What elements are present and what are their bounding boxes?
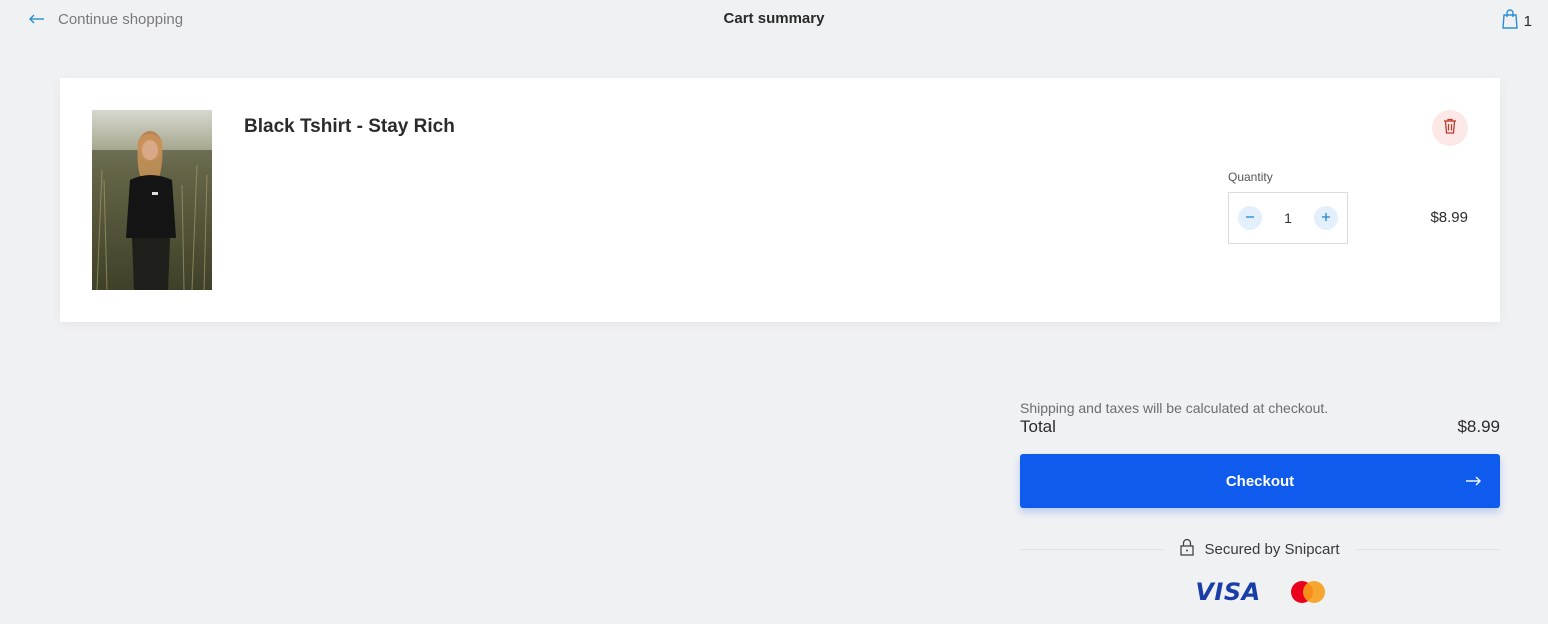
minus-icon: [1245, 209, 1255, 227]
secured-label: Secured by Snipcart: [1204, 540, 1340, 558]
plus-icon: [1321, 209, 1331, 227]
decrease-quantity-button[interactable]: [1238, 206, 1262, 230]
checkout-label: Checkout: [1225, 472, 1295, 490]
total-value: $8.99: [1457, 417, 1500, 436]
lock-icon: [1180, 538, 1195, 560]
page-title: Cart summary: [723, 10, 825, 27]
product-image: [92, 110, 212, 290]
shopping-bag-icon: [1501, 9, 1518, 33]
cart-item-card: Black Tshirt - Stay Rich Quantity 1 $8.9…: [60, 78, 1500, 322]
quantity-label: Quantity: [1228, 170, 1273, 184]
divider: [1355, 548, 1501, 550]
checkout-button[interactable]: Checkout: [1020, 454, 1500, 508]
quantity-stepper: 1: [1228, 192, 1348, 244]
header: Continue shopping Cart summary 1: [0, 0, 1548, 40]
shipping-note: Shipping and taxes will be calculated at…: [1020, 400, 1329, 416]
trash-icon: [1443, 118, 1457, 139]
visa-logo: VISA: [1195, 578, 1261, 606]
secured-banner: Secured by Snipcart: [1020, 538, 1501, 560]
cart-summary: Shipping and taxes will be calculated at…: [1020, 398, 1501, 606]
payment-logos: VISA: [1020, 578, 1500, 606]
total-label: Total: [1020, 417, 1056, 436]
quantity-value[interactable]: 1: [1284, 210, 1292, 226]
increase-quantity-button[interactable]: [1313, 206, 1338, 230]
divider: [1020, 548, 1165, 550]
cart-count-badge: 1: [1523, 12, 1532, 30]
total-row: Total $8.99: [1020, 418, 1500, 436]
mastercard-logo: [1290, 581, 1325, 603]
cart-button[interactable]: 1: [1501, 9, 1532, 33]
arrow-right-icon: [1464, 472, 1482, 495]
product-name: Black Tshirt - Stay Rich: [244, 116, 455, 137]
remove-item-button[interactable]: [1432, 110, 1468, 146]
item-price: $8.99: [1430, 209, 1468, 226]
